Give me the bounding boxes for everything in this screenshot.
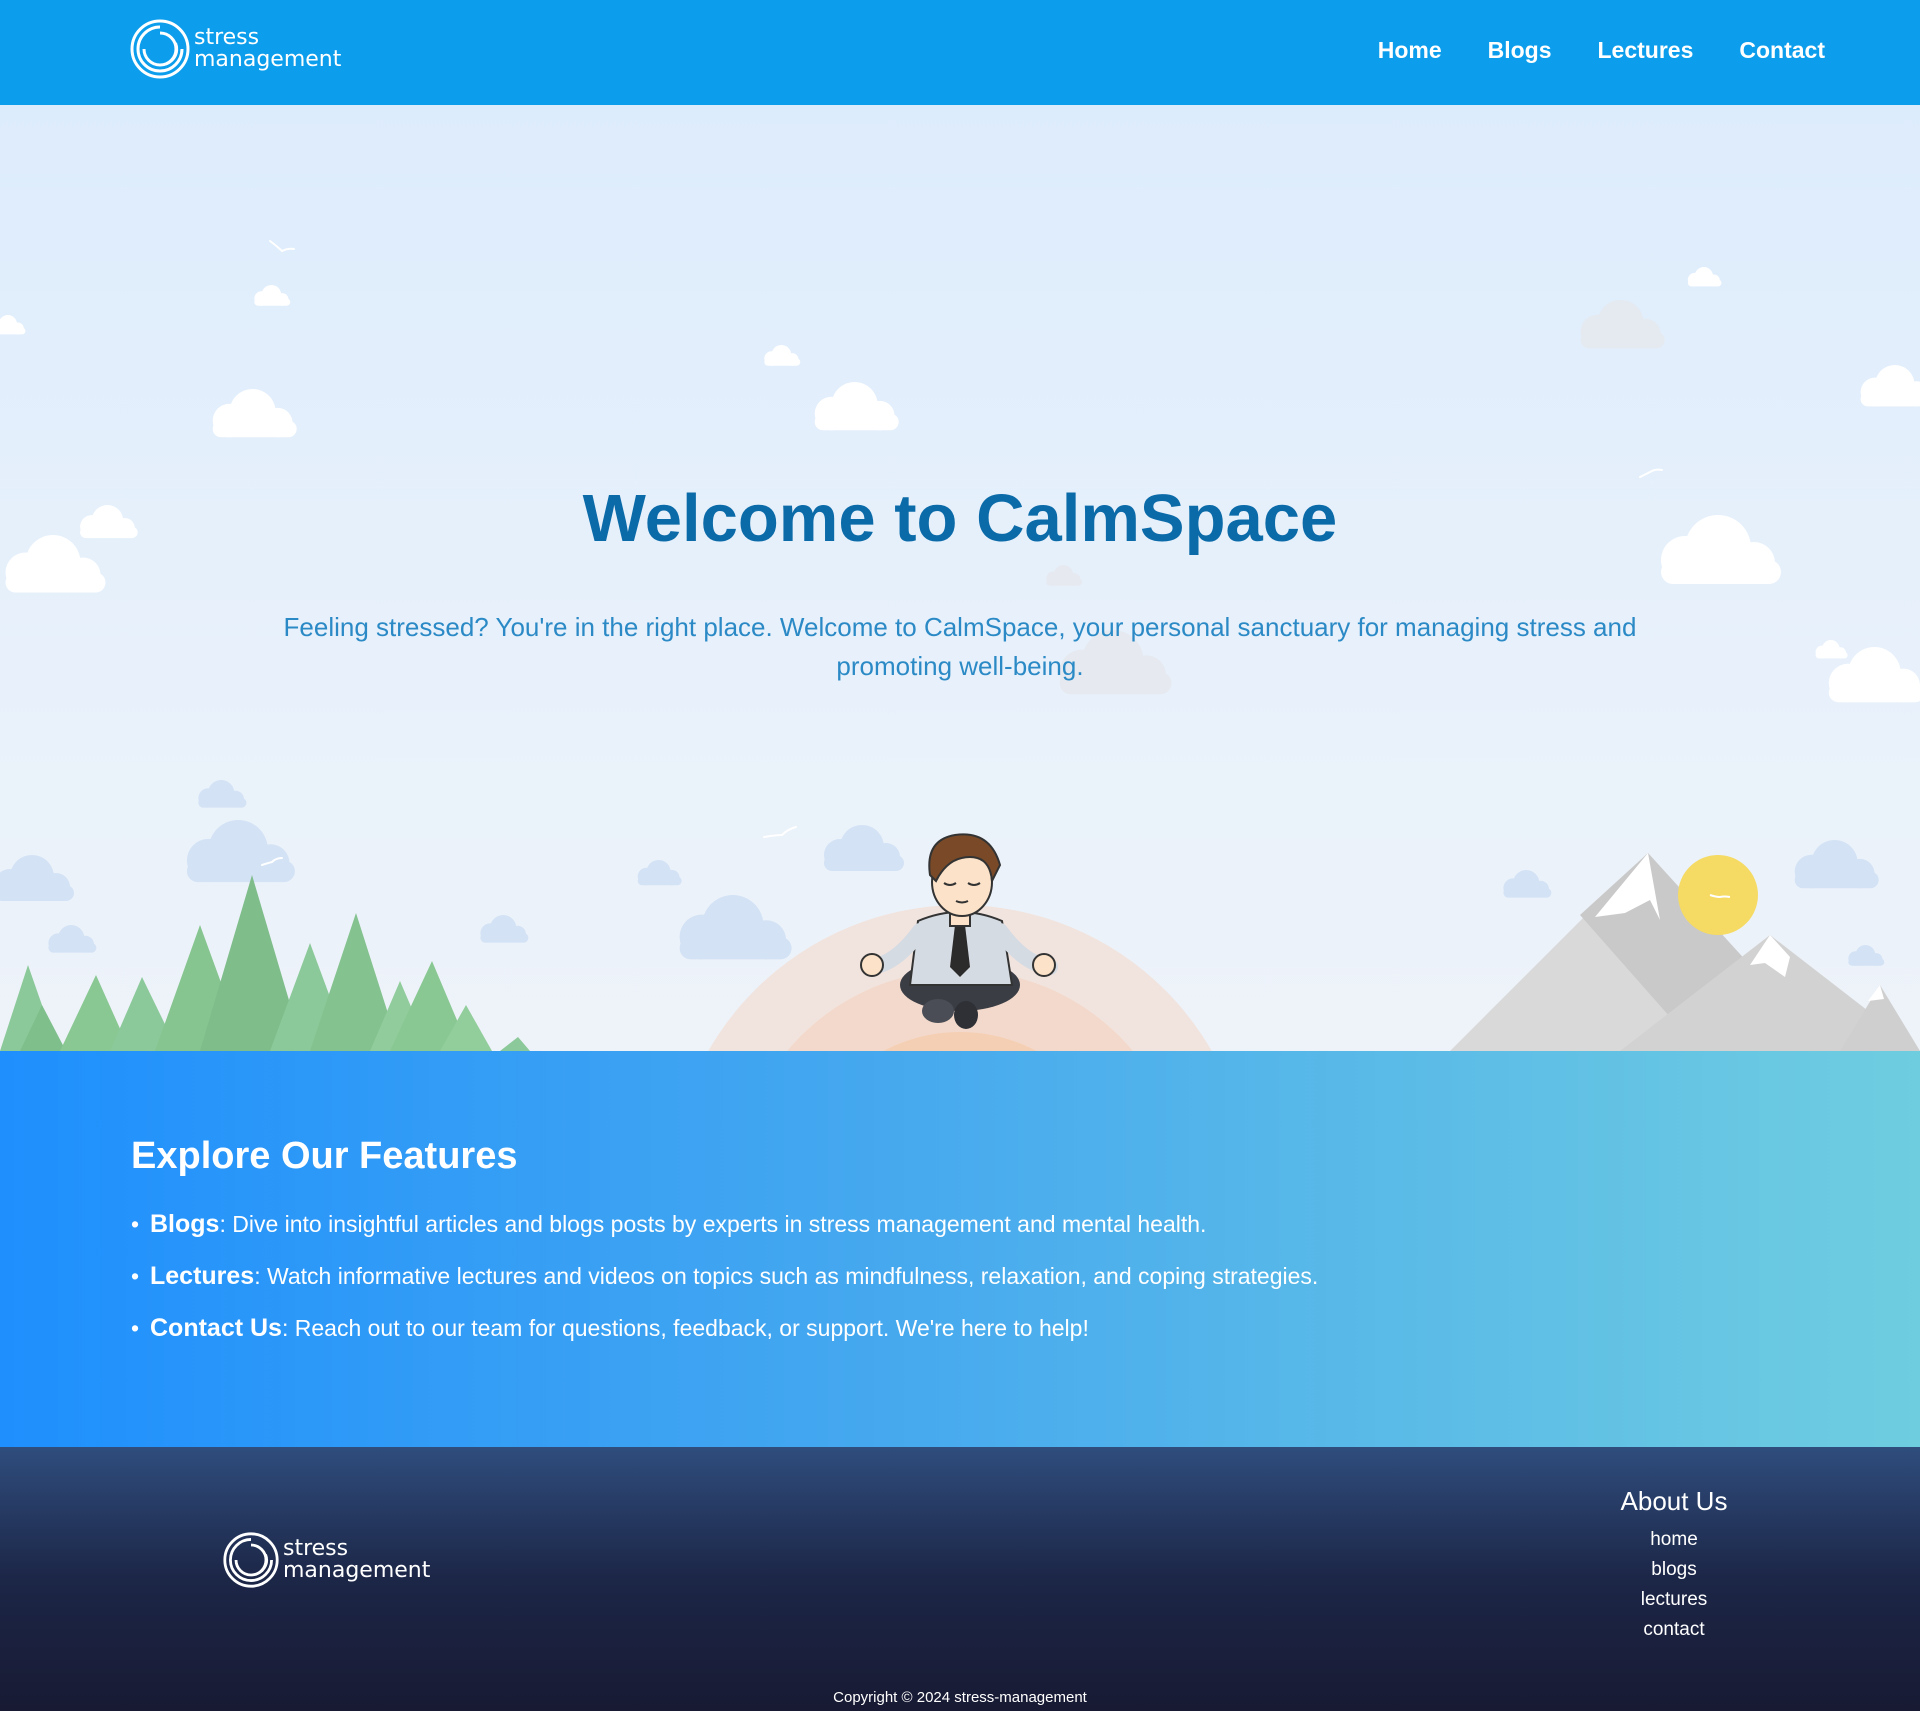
spiral-logo-icon (223, 1532, 279, 1588)
brand-logo[interactable]: stress management (129, 18, 341, 80)
footer-brand-text: stress management (283, 1538, 430, 1582)
feature-name: Lectures (150, 1262, 255, 1290)
hero-illustration (0, 240, 1920, 1051)
hero-subtitle: Feeling stressed? You're in the right pl… (283, 612, 1637, 681)
footer-link-home[interactable]: home (1570, 1525, 1778, 1555)
feature-item-blogs: • Blogs: Dive into insightful articles a… (131, 1211, 1318, 1237)
feature-name: Blogs (150, 1210, 220, 1238)
feature-desc: : Dive into insightful articles and blog… (219, 1211, 1207, 1237)
birds (261, 240, 1729, 896)
feature-desc: : Watch informative lectures and videos … (254, 1263, 1319, 1289)
nav-home-link[interactable]: Home (1378, 37, 1442, 64)
spiral-logo-icon (130, 19, 190, 79)
brand-line1: stress (283, 1536, 349, 1561)
copyright-text: Copyright © 2024 stress-management (833, 1689, 1087, 1706)
feature-name: Contact Us (150, 1314, 282, 1342)
bullet-dot-icon: • (131, 1211, 140, 1237)
forest (0, 875, 530, 1051)
brand-line2: management (283, 1558, 431, 1583)
navbar: stress management Home Blogs Lectures Co… (0, 0, 1920, 105)
feature-item-contact: • Contact Us: Reach out to our team for … (131, 1315, 1318, 1341)
about-us-column: About Us home blogs lectures contact (1570, 1486, 1778, 1645)
about-us-title: About Us (1620, 1486, 1728, 1516)
features-section: Explore Our Features • Blogs: Dive into … (0, 1051, 1920, 1447)
nav-lectures-link[interactable]: Lectures (1598, 37, 1694, 64)
brand-line1: stress (194, 25, 260, 50)
hero-title: Welcome to CalmSpace (582, 481, 1338, 556)
feature-desc: : Reach out to our team for questions, f… (281, 1315, 1089, 1341)
brand-line2: management (194, 47, 342, 72)
bullet-dot-icon: • (131, 1263, 140, 1289)
features-title: Explore Our Features (131, 1135, 518, 1177)
nav-contact-link[interactable]: Contact (1739, 37, 1825, 64)
feature-item-lectures: • Lectures: Watch informative lectures a… (131, 1263, 1318, 1289)
nav-links: Home Blogs Lectures Contact (1378, 37, 1825, 64)
footer: stress management About Us home blogs le… (0, 1447, 1920, 1711)
footer-link-lectures[interactable]: lectures (1570, 1585, 1778, 1615)
features-list: • Blogs: Dive into insightful articles a… (131, 1211, 1318, 1367)
brand-text: stress management (194, 27, 341, 71)
footer-logo[interactable]: stress management (222, 1531, 430, 1589)
hero-section: Welcome to CalmSpace Feeling stressed? Y… (0, 105, 1920, 1051)
footer-link-contact[interactable]: contact (1570, 1615, 1778, 1645)
bullet-dot-icon: • (131, 1315, 140, 1341)
footer-link-blogs[interactable]: blogs (1570, 1555, 1778, 1585)
nav-blogs-link[interactable]: Blogs (1488, 37, 1552, 64)
